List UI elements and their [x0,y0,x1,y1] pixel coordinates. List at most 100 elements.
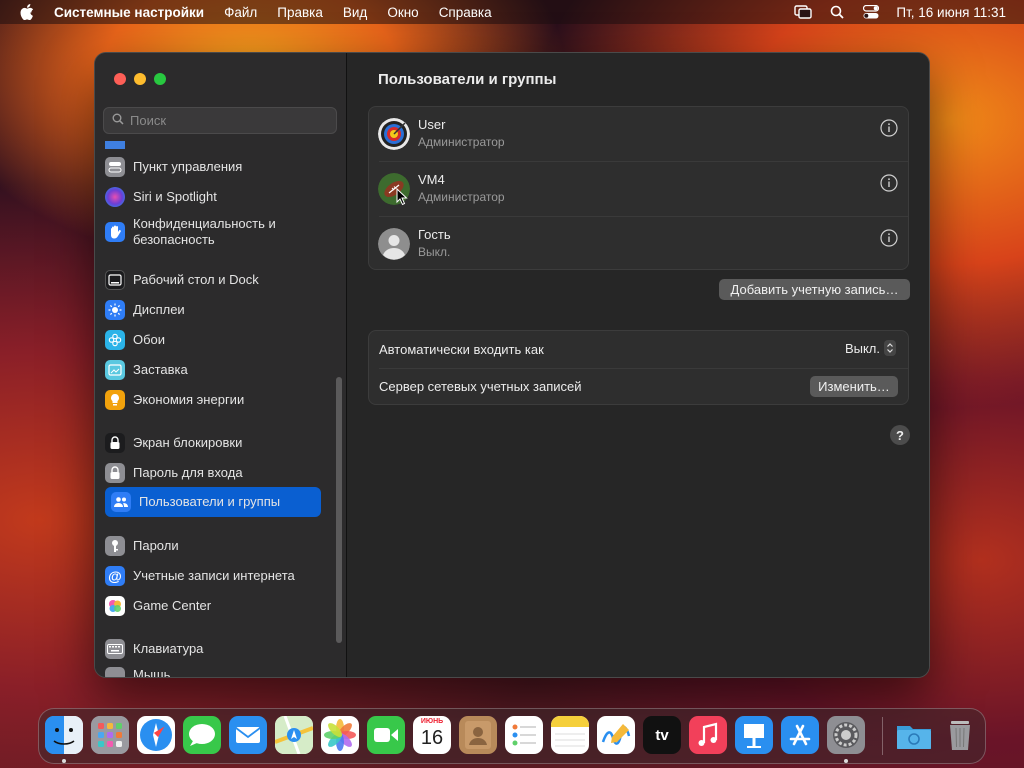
freeform-icon[interactable] [597,716,635,754]
menu-help[interactable]: Справка [439,5,492,20]
partial-icon [105,141,125,149]
add-account-button[interactable]: Добавить учетную запись… [719,279,910,300]
sidebar-item-internet-accounts[interactable]: @ Учетные записи интернета [105,561,321,591]
sidebar-item-label: Мышь [133,667,171,678]
music-icon[interactable] [689,716,727,754]
system-settings-window: Пункт управления Siri и Spotlight Конфид… [94,52,930,678]
messages-icon[interactable] [183,716,221,754]
screensaver-icon [105,360,125,380]
notes-icon[interactable] [551,716,589,754]
system-settings-icon[interactable] [827,716,865,754]
sidebar-scrollbar[interactable] [336,377,342,643]
dock-divider [882,717,883,755]
menu-edit[interactable]: Правка [277,5,323,20]
sidebar-item-displays[interactable]: Дисплеи [105,295,321,325]
sidebar-item-control-center[interactable]: Пункт управления [105,152,321,182]
downloads-folder-icon[interactable] [895,716,933,754]
running-indicator [844,759,848,763]
menu-window[interactable]: Окно [387,5,418,20]
sidebar-item-passwords[interactable]: Пароли [105,531,321,561]
user-role: Администратор [418,190,505,204]
flower-icon [105,330,125,350]
apple-menu-icon[interactable] [18,3,36,21]
control-center-icon[interactable] [862,4,880,20]
calendar-icon[interactable]: ИЮНЬ 16 [413,716,451,754]
sidebar-item-label: Siri и Spotlight [133,189,217,204]
sidebar-item-siri[interactable]: Siri и Spotlight [105,182,321,212]
user-row[interactable]: User Администратор [369,107,908,161]
sidebar-item-label: Пользователи и группы [139,494,281,509]
spotlight-search-icon[interactable] [828,4,846,20]
sidebar-item-users-groups[interactable]: Пользователи и группы [105,487,321,517]
bulb-icon [105,390,125,410]
minimize-window-button[interactable] [134,73,146,85]
user-name: VM4 [418,172,445,187]
info-icon[interactable] [880,174,898,192]
sidebar-item-lock-screen[interactable]: Экран блокировки [105,428,321,458]
sidebar-item-label: Учетные записи интернета [133,568,295,583]
reminders-icon[interactable] [505,716,543,754]
sidebar-item-label: Обои [133,332,166,347]
app-store-icon[interactable] [781,716,819,754]
keyboard-icon [105,639,125,659]
lock-screen-icon [105,433,125,453]
sun-icon [105,300,125,320]
keynote-icon[interactable] [735,716,773,754]
trash-icon[interactable] [941,716,979,754]
sidebar-item-wallpaper[interactable]: Обои [105,325,321,355]
at-icon: @ [105,566,125,586]
sidebar-item-label: Пароли [133,538,179,553]
sidebar-item-privacy[interactable]: Конфиденциальность и безопасность [105,212,321,252]
facetime-icon[interactable] [367,716,405,754]
sidebar-item-keyboard[interactable]: Клавиатура [105,634,321,664]
user-row[interactable]: VM4 Администратор [369,162,908,216]
page-title: Пользователи и группы [378,71,557,88]
help-button[interactable]: ? [890,425,910,445]
mail-icon[interactable] [229,716,267,754]
sidebar-item-screensaver[interactable]: Заставка [105,355,321,385]
window-controls [114,73,174,85]
sidebar-item-label: Экран блокировки [133,435,243,450]
user-name: User [418,117,446,132]
info-icon[interactable] [880,229,898,247]
auto-login-select[interactable]: Выкл. [845,340,896,356]
sidebar-item-desktop-dock[interactable]: Рабочий стол и Dock [105,265,321,295]
launchpad-icon[interactable] [91,716,129,754]
menu-app-name[interactable]: Системные настройки [54,5,204,20]
contacts-icon[interactable] [459,716,497,754]
photos-icon[interactable] [321,716,359,754]
sidebar-item-mouse[interactable]: Мышь [105,664,321,678]
screen-mirroring-icon[interactable] [794,4,813,20]
sidebar-item-game-center[interactable]: Game Center [105,591,321,621]
user-role: Выкл. [418,245,451,259]
zoom-window-button[interactable] [154,73,166,85]
sidebar-item-label: Пункт управления [133,159,243,174]
sidebar-item-login-password[interactable]: Пароль для входа [105,458,321,488]
main-content: Пользователи и группы User Администратор… [348,53,929,677]
search-input[interactable] [130,113,330,128]
game-center-icon [105,596,125,616]
finder-icon[interactable] [45,716,83,754]
lock-icon [105,463,125,483]
mouse-icon [105,667,125,677]
close-window-button[interactable] [114,73,126,85]
menu-view[interactable]: Вид [343,5,367,20]
user-row[interactable]: Гость Выкл. [369,217,908,271]
apple-tv-icon[interactable]: tv [643,716,681,754]
search-icon [112,112,124,130]
sidebar-item-label: Рабочий стол и Dock [133,272,259,287]
user-role: Администратор [418,135,505,149]
info-icon[interactable] [880,119,898,137]
sidebar-item-energy[interactable]: Экономия энергии [105,385,321,415]
maps-icon[interactable] [275,716,313,754]
safari-icon[interactable] [137,716,175,754]
menu-clock[interactable]: Пт, 16 июня 11:31 [896,5,1006,20]
hand-icon [105,222,125,242]
change-button[interactable]: Изменить… [810,376,898,397]
menu-bar: Системные настройки Файл Правка Вид Окно… [0,0,1024,24]
menu-file[interactable]: Файл [224,5,257,20]
auto-login-row: Автоматически входить как Выкл. [369,331,908,368]
dock: ИЮНЬ 16 tv [38,708,986,764]
sidebar-item-label: Game Center [133,598,212,613]
users-icon [111,492,131,512]
